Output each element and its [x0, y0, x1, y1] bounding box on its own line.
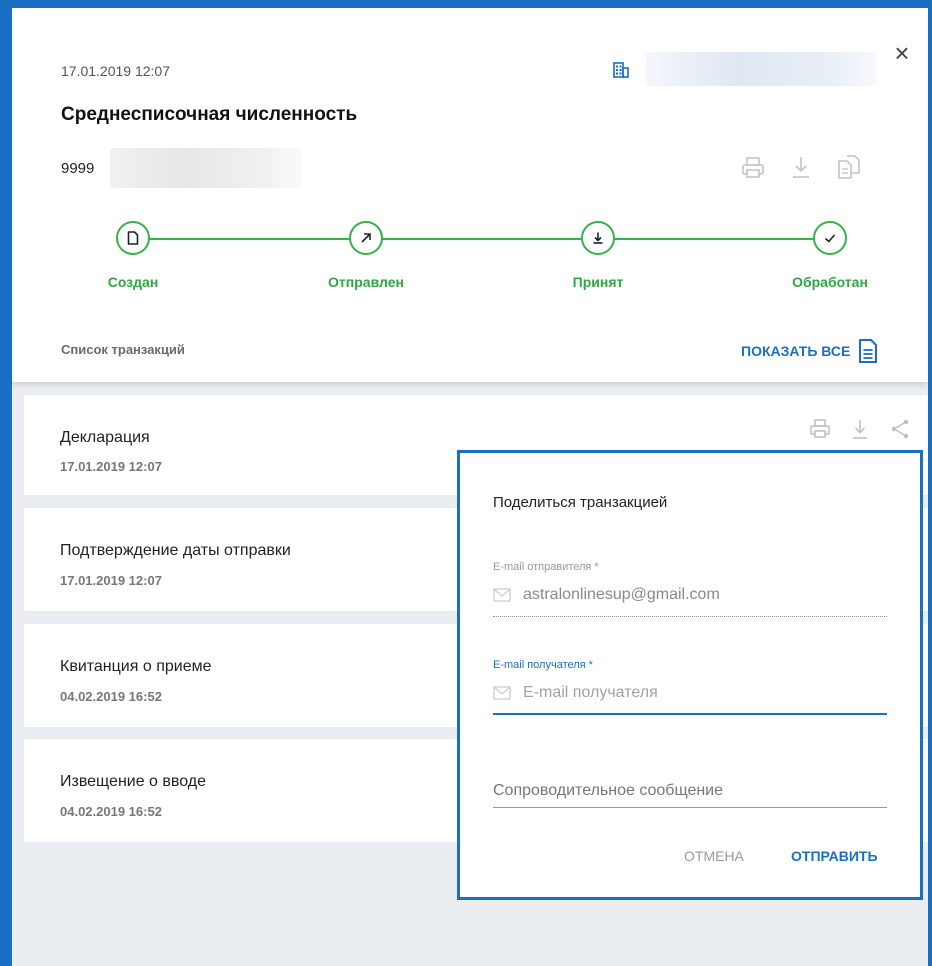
transaction-date: 04.02.2019 16:52 — [60, 689, 162, 704]
check-icon — [824, 234, 836, 243]
sender-email-value: astralonlinesup@gmail.com — [523, 586, 720, 603]
copy-document-icon[interactable] — [836, 152, 862, 182]
status-step-label: Создан — [107, 274, 159, 290]
transaction-name: Квитанция о приеме — [60, 658, 212, 675]
status-step-label: Отправлен — [328, 274, 404, 290]
status-step-accepted: Принят — [528, 218, 668, 290]
message-field-underline — [493, 807, 887, 808]
status-step-label: Принят — [572, 274, 624, 290]
organization-name-redacted — [646, 52, 876, 86]
envelope-icon — [493, 588, 511, 602]
sender-email-field: astralonlinesup@gmail.com — [493, 580, 887, 610]
download-icon[interactable] — [788, 152, 814, 182]
download-icon — [593, 232, 603, 244]
transactions-label: Список транзакций — [61, 342, 185, 357]
document-title: Среднесписочная численность — [61, 104, 358, 125]
transaction-actions — [808, 417, 912, 441]
dialog-title: Поделиться транзакцией — [493, 494, 668, 511]
document-icon — [127, 231, 139, 245]
sender-email-label: E-mail отправителя * — [493, 561, 599, 573]
recipient-email-field[interactable]: E-mail получателя — [493, 678, 887, 708]
show-all-label: ПОКАЗАТЬ ВСЕ — [741, 343, 851, 359]
recipient-email-label: E-mail получателя * — [493, 659, 593, 671]
cancel-button[interactable]: ОТМЕНА — [684, 848, 744, 864]
document-panel: 17.01.2019 12:07 × Среднесписочная числе… — [0, 0, 932, 966]
close-icon[interactable]: × — [890, 40, 914, 66]
building-icon — [613, 62, 629, 78]
transaction-name: Извещение о вводе — [60, 773, 206, 790]
transaction-name: Декларация — [60, 429, 150, 446]
printer-icon[interactable] — [740, 152, 766, 182]
message-placeholder: Сопроводительное сообщение — [493, 782, 724, 799]
status-step-sent: Отправлен — [296, 218, 436, 290]
envelope-icon — [493, 686, 511, 700]
document-date: 17.01.2019 12:07 — [61, 63, 170, 79]
registration-number-redacted — [110, 148, 302, 188]
show-all-button[interactable]: ПОКАЗАТЬ ВСЕ — [741, 338, 878, 364]
send-button[interactable]: ОТПРАВИТЬ — [791, 848, 878, 864]
transaction-date: 17.01.2019 12:07 — [60, 459, 162, 474]
status-step-label: Обработан — [792, 274, 868, 290]
status-step-created: Создан — [63, 218, 203, 290]
document-list-icon — [859, 339, 878, 363]
share-icon[interactable] — [888, 417, 912, 441]
message-field[interactable]: Сопроводительное сообщение — [493, 776, 887, 806]
transaction-name: Подтверждение даты отправки — [60, 542, 291, 559]
recipient-email-placeholder: E-mail получателя — [523, 684, 658, 701]
document-actions — [740, 152, 862, 182]
status-progress: Создан Отправлен Принят Обработан — [12, 218, 928, 298]
transaction-date: 04.02.2019 16:52 — [60, 804, 162, 819]
registration-number: 9999 — [61, 160, 95, 177]
document-header: 17.01.2019 12:07 × Среднесписочная числе… — [12, 8, 928, 382]
arrow-up-right-icon — [361, 233, 371, 243]
printer-icon[interactable] — [808, 417, 832, 441]
transaction-date: 17.01.2019 12:07 — [60, 573, 162, 588]
sender-field-underline — [493, 616, 887, 617]
download-icon[interactable] — [848, 417, 872, 441]
recipient-field-underline — [493, 713, 887, 715]
status-step-processed: Обработан — [760, 218, 900, 290]
share-transaction-dialog: Поделиться транзакцией E-mail отправител… — [457, 450, 923, 900]
